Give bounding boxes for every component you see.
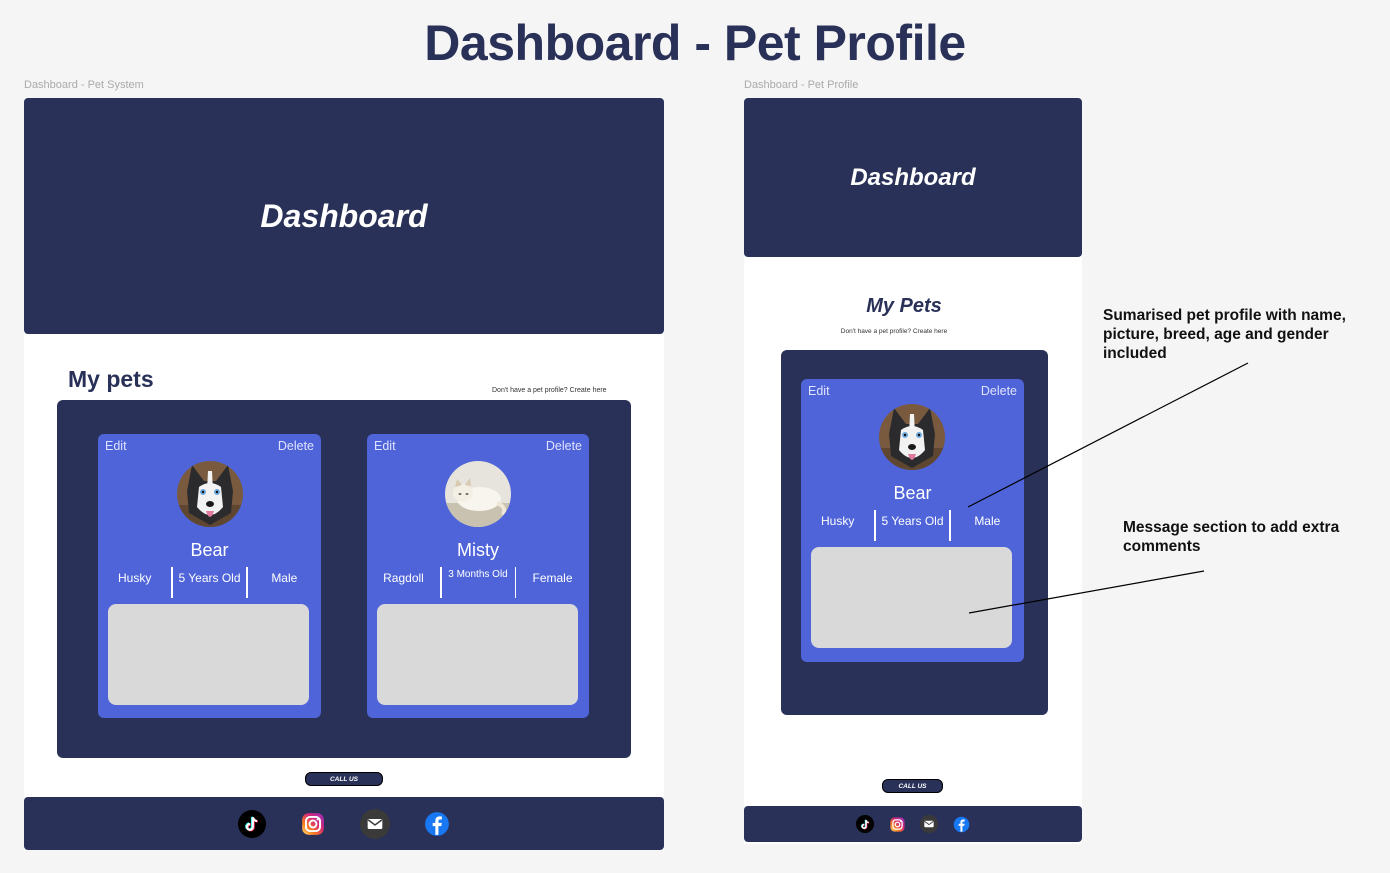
pet-card: Edit Delete Bear Husky 5 Years Old Male (98, 434, 321, 718)
mobile-frame: Dashboard My Pets Don't have a pet profi… (744, 98, 1082, 844)
email-icon[interactable] (920, 815, 938, 833)
message-box[interactable] (377, 604, 578, 705)
dashboard-title: Dashboard (260, 197, 428, 234)
my-pets-heading: My Pets (866, 295, 942, 317)
message-box[interactable] (108, 604, 309, 705)
email-icon[interactable] (359, 808, 390, 839)
create-profile-link[interactable]: Don't have a pet profile? Create here (744, 328, 1044, 335)
husky-photo (177, 461, 243, 527)
pets-panel: Edit Delete Bear Husky 5 Years Old Male … (57, 400, 631, 758)
frame-label-desktop: Dashboard - Pet System (24, 79, 144, 91)
edit-button[interactable]: Edit (808, 384, 830, 398)
pet-card: Edit Delete Misty Ragdoll 3 Months Old F… (367, 434, 589, 718)
pet-card: Edit Delete Bear Husky 5 Years Old Male (801, 379, 1024, 662)
pet-breed: Husky (117, 571, 152, 585)
delete-button[interactable]: Delete (546, 439, 582, 453)
pet-stats: Husky 5 Years Old Male (801, 510, 1024, 541)
footer (744, 806, 1082, 842)
pets-panel: Edit Delete Bear Husky 5 Years Old Male (781, 350, 1048, 715)
pet-breed: Husky (820, 514, 855, 528)
tiktok-icon[interactable] (237, 809, 266, 838)
pet-gender: Male (974, 514, 1001, 528)
husky-photo (879, 404, 945, 470)
edit-button[interactable]: Edit (374, 439, 396, 453)
pet-stats: Husky 5 Years Old Male (98, 567, 321, 598)
edit-button[interactable]: Edit (105, 439, 127, 453)
pet-avatar (445, 461, 511, 527)
pet-age: 5 Years Old (178, 571, 241, 585)
facebook-icon[interactable] (423, 810, 451, 838)
dashboard-title: Dashboard (850, 163, 976, 191)
pet-gender: Female (532, 571, 573, 585)
instagram-icon[interactable] (298, 809, 327, 838)
pet-age: 3 Months Old (448, 569, 508, 580)
footer (24, 797, 664, 850)
pet-stats: Ragdoll 3 Months Old Female (367, 567, 589, 598)
instagram-icon[interactable] (888, 815, 906, 833)
pet-gender: Male (271, 571, 298, 585)
frame-label-mobile: Dashboard - Pet Profile (744, 79, 859, 91)
annotation-message: Message section to add extra comments (1123, 519, 1340, 555)
message-box[interactable] (811, 547, 1012, 648)
pet-avatar (177, 461, 243, 527)
pet-name: Misty (457, 540, 499, 560)
pet-name: Bear (190, 540, 229, 560)
desktop-frame: Dashboard My pets Don't have a pet profi… (24, 98, 664, 850)
my-pets-heading: My pets (68, 366, 154, 392)
annotation-profile: Sumarised pet profile with name, picture… (1103, 307, 1346, 362)
pet-breed: Ragdoll (383, 571, 424, 585)
delete-button[interactable]: Delete (981, 384, 1017, 398)
facebook-icon[interactable] (952, 815, 970, 833)
create-profile-link[interactable]: Don't have a pet profile? Create here (492, 387, 607, 394)
pet-name: Bear (893, 483, 932, 503)
pet-avatar (879, 404, 945, 470)
delete-button[interactable]: Delete (278, 439, 314, 453)
page-title: Dashboard - Pet Profile (424, 15, 966, 71)
tiktok-icon[interactable] (856, 815, 874, 833)
dashboard-header: Dashboard (744, 98, 1082, 257)
dashboard-header: Dashboard (24, 98, 664, 334)
call-us-button[interactable]: CALL US (882, 779, 943, 793)
ragdoll-photo (445, 461, 511, 527)
pet-age: 5 Years Old (881, 514, 944, 528)
call-us-button[interactable]: CALL US (305, 772, 383, 786)
